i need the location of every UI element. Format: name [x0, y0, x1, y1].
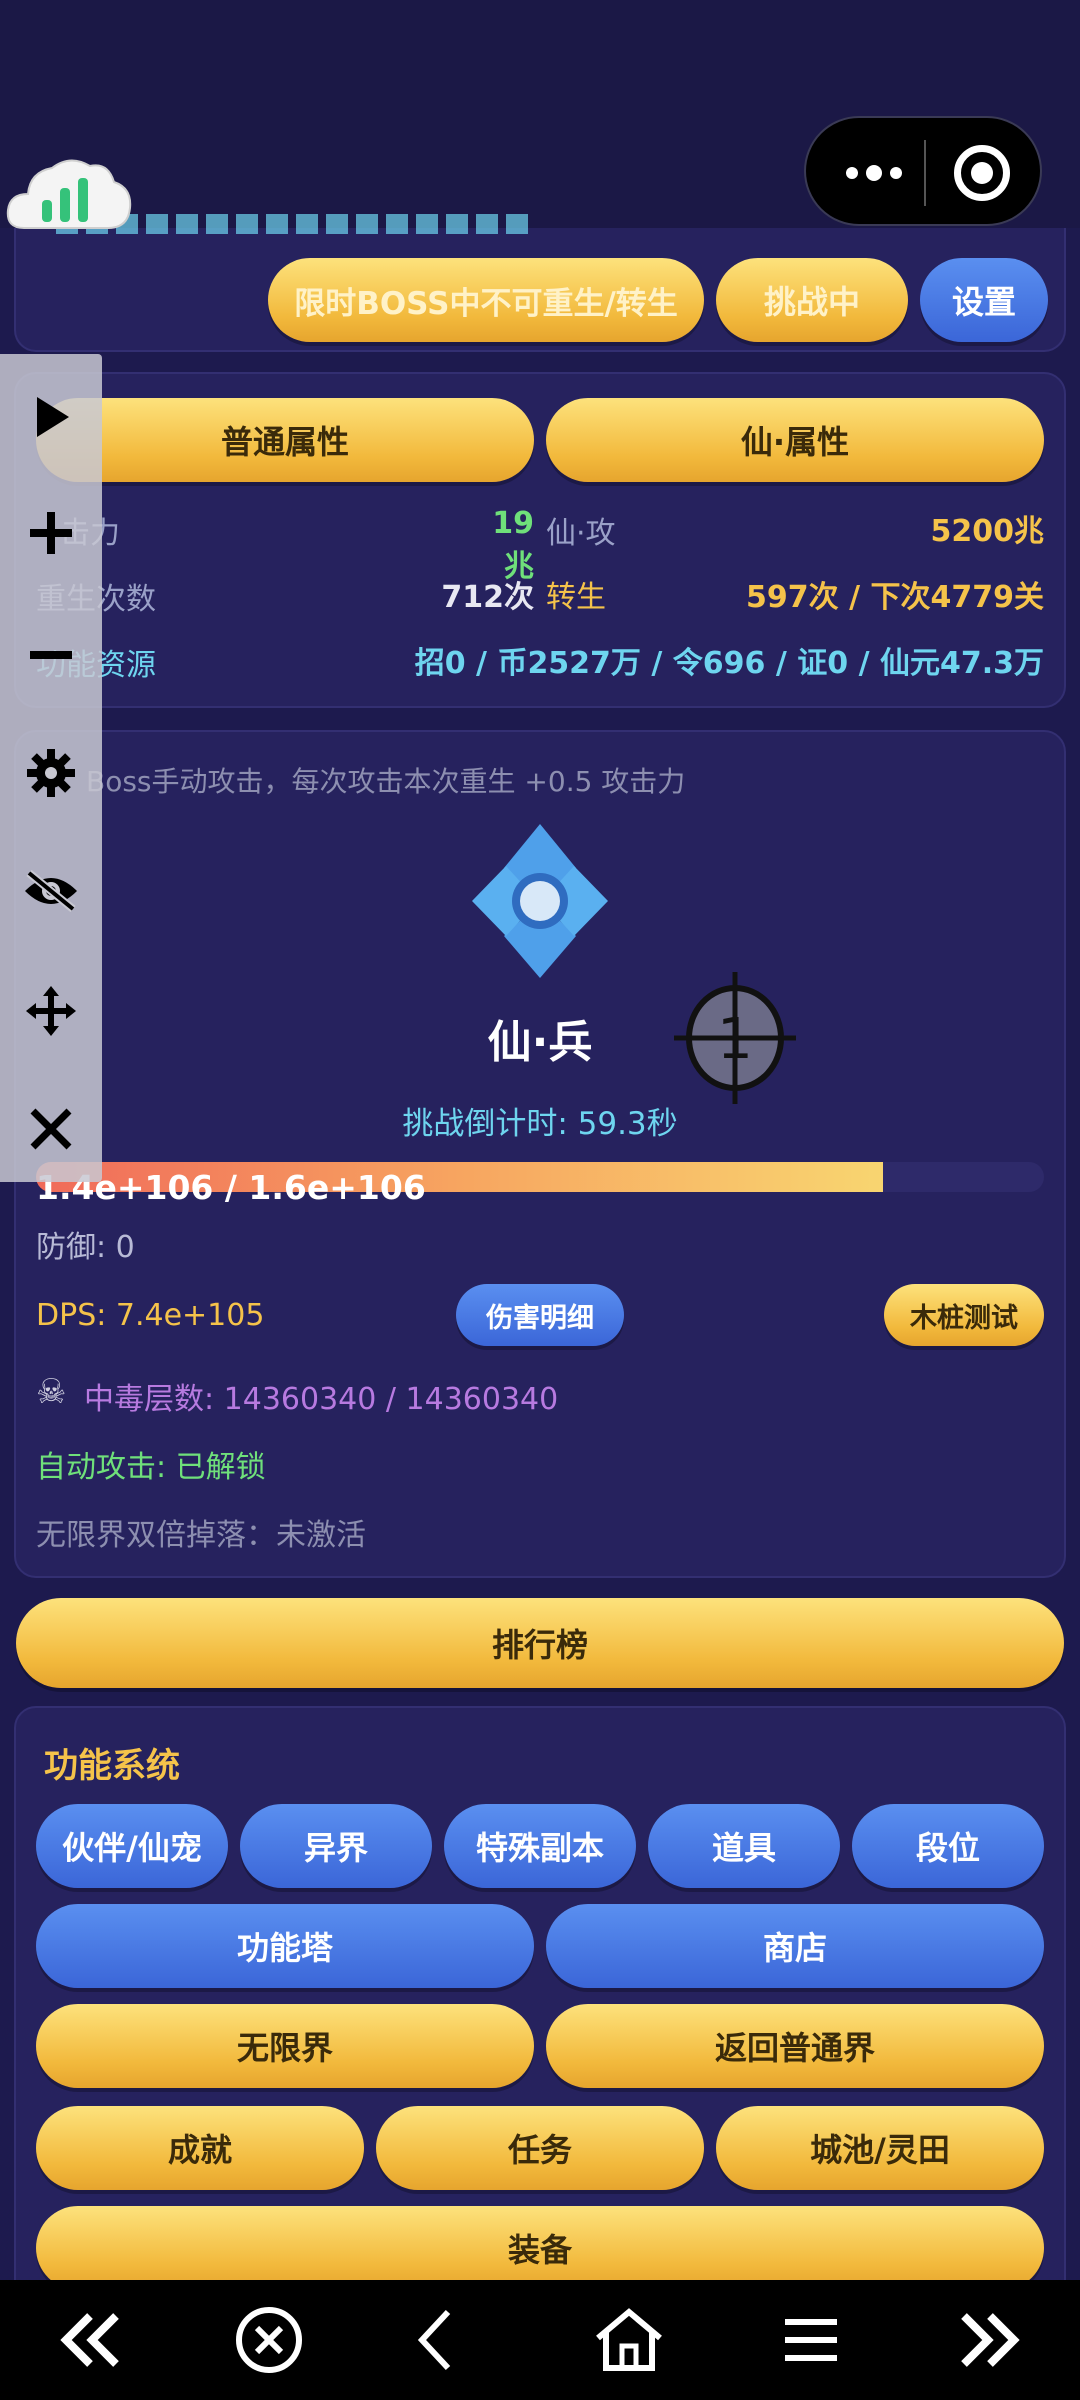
special-dungeon-button[interactable]: 特殊副本 [444, 1804, 636, 1888]
rank-button[interactable]: 段位 [852, 1804, 1044, 1888]
shop-button[interactable]: 商店 [546, 1904, 1044, 1988]
achievements-button[interactable]: 成就 [36, 2106, 364, 2190]
mini-program-capsule [804, 116, 1042, 226]
immortal-attack-value: 5200兆 [930, 514, 1045, 549]
partner-pet-button[interactable]: 伙伴/仙宠 [36, 1804, 228, 1888]
items-button[interactable]: 道具 [648, 1804, 840, 1888]
settings-button[interactable]: 设置 [920, 258, 1048, 342]
dummy-test-button[interactable]: 木桩测试 [884, 1284, 1044, 1346]
damage-detail-button[interactable]: 伤害明细 [456, 1284, 624, 1346]
city-field-button[interactable]: 城池/灵田 [716, 2106, 1044, 2190]
system-navigation-bar [0, 2280, 1080, 2400]
boss-restriction-button[interactable]: 限时BOSS中不可重生/转生 [268, 258, 704, 342]
home-icon[interactable] [584, 2300, 674, 2380]
rebirth-value: 712次 [441, 580, 534, 615]
crosshair-icon[interactable]: 1 [670, 968, 800, 1108]
svg-text:1: 1 [717, 1007, 753, 1072]
reincarnation-value: 597次 / 下次4779关 [746, 580, 1044, 615]
leaderboard-button[interactable]: 排行榜 [16, 1598, 1064, 1688]
gear-icon[interactable] [22, 744, 80, 802]
boss-defense: 防御: 0 [36, 1230, 135, 1265]
close-target-icon[interactable] [954, 145, 1010, 201]
tab-immortal-attributes[interactable]: 仙·属性 [546, 398, 1044, 482]
zoom-out-icon[interactable] [22, 626, 80, 684]
menu-icon[interactable] [766, 2300, 856, 2380]
challenge-countdown: 挑战倒计时: 59.3秒 [402, 1106, 678, 1142]
capsule-divider [924, 140, 926, 206]
return-normal-realm-button[interactable]: 返回普通界 [546, 2004, 1044, 2088]
other-realm-button[interactable]: 异界 [240, 1804, 432, 1888]
cloud-stats-icon[interactable] [4, 148, 134, 238]
boss-crystal-icon[interactable] [470, 820, 610, 982]
function-tower-button[interactable]: 功能塔 [36, 1904, 534, 1988]
boss-hint: Boss手动攻击，每次攻击本次重生 +0.5 攻击力 [86, 765, 686, 798]
immortal-attack-label: 仙·攻 [546, 516, 616, 551]
systems-title: 功能系统 [44, 1746, 180, 1786]
double-chevron-left-icon[interactable] [46, 2300, 136, 2380]
skull-icon: ☠ [36, 1372, 67, 1412]
boss-name: 仙·兵 [487, 1017, 593, 1068]
close-circle-icon[interactable] [224, 2300, 314, 2380]
auto-attack-status: 自动攻击: 已解锁 [36, 1450, 266, 1485]
play-icon[interactable] [22, 388, 80, 446]
resources-value: 招0 / 币2527万 / 令696 / 证0 / 仙元47.3万 [414, 646, 1044, 681]
poison-stacks: 中毒层数: 14360340 / 14360340 [84, 1382, 559, 1417]
equipment-button[interactable]: 装备 [36, 2206, 1044, 2290]
double-chevron-right-icon[interactable] [944, 2300, 1034, 2380]
floating-toolbar [0, 354, 102, 1182]
reincarnation-label: 转生 [546, 580, 606, 615]
double-drop-status: 无限界双倍掉落：未激活 [36, 1518, 366, 1553]
dps-value: DPS: 7.4e+105 [36, 1298, 265, 1333]
back-icon[interactable] [390, 2300, 480, 2380]
more-options-icon[interactable] [834, 148, 914, 198]
zoom-in-icon[interactable] [22, 504, 80, 562]
tab-normal-attributes[interactable]: 普通属性 [36, 398, 534, 482]
infinite-realm-button[interactable]: 无限界 [36, 2004, 534, 2088]
tasks-button[interactable]: 任务 [376, 2106, 704, 2190]
close-icon[interactable] [22, 1100, 80, 1158]
move-icon[interactable] [22, 982, 80, 1040]
eye-hidden-icon[interactable] [22, 862, 80, 920]
challenge-status-button[interactable]: 挑战中 [716, 258, 908, 342]
